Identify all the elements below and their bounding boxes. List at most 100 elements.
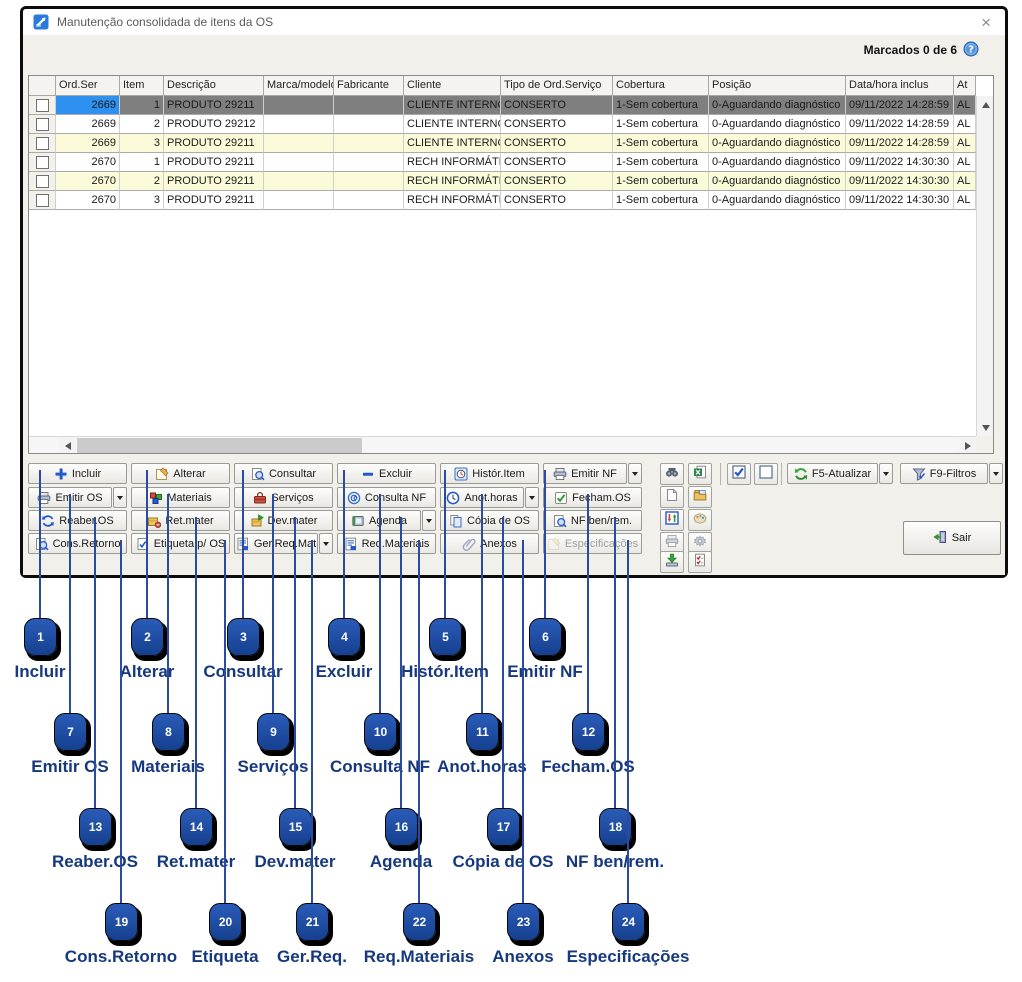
button-excluir[interactable]: Excluir	[337, 463, 436, 484]
column-header-Cliente[interactable]: Cliente	[404, 76, 501, 96]
column-header-Cobertura[interactable]: Cobertura	[613, 76, 709, 96]
scroll-down-icon[interactable]	[977, 419, 994, 436]
checkbox-icon[interactable]	[36, 194, 49, 207]
checklist-button[interactable]	[688, 551, 712, 573]
svg-text:?: ?	[968, 45, 974, 56]
button-emitir-nf[interactable]: Emitir NF	[543, 463, 627, 484]
button-dev-mater[interactable]: Dev.mater	[234, 510, 333, 531]
scroll-left-icon[interactable]	[59, 437, 76, 454]
marcados-counter: Marcados 0 de 6	[864, 43, 957, 57]
grid-header: Ord.SerItemDescriçãoMarca/modeloFabrican…	[29, 76, 993, 96]
table-row[interactable]: 26691PRODUTO 29211CLIENTE INTERNOCONSERT…	[29, 96, 993, 115]
table-row[interactable]: 26702PRODUTO 29211RECH INFORMÁTICACONSER…	[29, 172, 993, 191]
vertical-scrollbar[interactable]	[976, 96, 993, 436]
button-nf-ben-rem[interactable]: NF ben/rem.	[543, 510, 642, 531]
column-header-Ord.Ser[interactable]: Ord.Ser	[56, 76, 120, 96]
checkbox-icon[interactable]	[36, 175, 49, 188]
new-page-button[interactable]	[660, 486, 684, 508]
horizontal-scrollbar[interactable]	[29, 436, 976, 453]
excel-export-button[interactable]	[688, 463, 712, 485]
annotation-label-5: Histór.Item	[335, 662, 555, 682]
button-label: Histór.Item	[472, 468, 525, 480]
button-incluir[interactable]: Incluir	[28, 463, 127, 484]
annotation-badge-10: 10	[364, 713, 397, 751]
row-checkbox[interactable]	[29, 153, 56, 172]
annotation-badge-9: 9	[257, 713, 290, 751]
button-reaber-os[interactable]: Reaber.OS	[28, 510, 127, 531]
column-header-Descrição[interactable]: Descrição	[164, 76, 264, 96]
button-servicos[interactable]: Serviços	[234, 487, 333, 508]
button-req-materiais[interactable]: Req.Materiais	[337, 533, 436, 554]
checkbox-icon[interactable]	[36, 137, 49, 150]
checkbox-icon[interactable]	[36, 99, 49, 112]
row-checkbox[interactable]	[29, 134, 56, 153]
folder-open-button[interactable]	[688, 486, 712, 508]
scroll-up-icon[interactable]	[977, 96, 994, 113]
button-agenda[interactable]: Agenda	[337, 510, 421, 531]
button-copia-de-os[interactable]: Cópia de OS	[440, 510, 539, 531]
row-checkbox[interactable]	[29, 172, 56, 191]
f5-atualizar-button[interactable]: F5-Atualizar	[787, 463, 878, 484]
checkbox-icon[interactable]	[36, 118, 49, 131]
button-agenda-dropdown[interactable]	[422, 510, 436, 531]
annotation-badge-21: 21	[296, 903, 329, 941]
cell-at: AL	[954, 172, 976, 191]
button-alterar[interactable]: Alterar	[131, 463, 230, 484]
button-anot-horas[interactable]: Anot.horas	[440, 487, 524, 508]
button-materiais[interactable]: Materiais	[131, 487, 230, 508]
table-row[interactable]: 26701PRODUTO 29211RECH INFORMÁTICACONSER…	[29, 153, 993, 172]
button-ret-mater[interactable]: Ret.mater	[131, 510, 230, 531]
scroll-right-icon[interactable]	[959, 437, 976, 454]
sair-button[interactable]: Sair	[903, 521, 1001, 555]
cell-marca	[264, 96, 334, 115]
row-checkbox[interactable]	[29, 191, 56, 210]
button-anot-horas-dropdown[interactable]	[525, 487, 539, 508]
table-row[interactable]: 26703PRODUTO 29211RECH INFORMÁTICACONSER…	[29, 191, 993, 210]
button-cons-retorno[interactable]: Cons.Retorno	[28, 533, 127, 554]
items-grid: Ord.SerItemDescriçãoMarca/modeloFabrican…	[28, 75, 994, 454]
button-anexos[interactable]: Anexos	[440, 533, 539, 554]
button-ger-req-mat-dropdown[interactable]	[319, 533, 333, 554]
button-fecham-os[interactable]: Fecham.OS	[543, 487, 642, 508]
annotation-label-7: Emitir OS	[0, 757, 180, 777]
import-button[interactable]	[660, 551, 684, 573]
checkbox-icon[interactable]	[36, 156, 49, 169]
column-order-button[interactable]	[660, 509, 684, 531]
button-label: Serviços	[271, 492, 313, 504]
hscroll-thumb[interactable]	[77, 438, 362, 453]
column-header-Data/hora inclus[interactable]: Data/hora inclus	[846, 76, 954, 96]
help-icon[interactable]: ?	[963, 41, 979, 57]
row-checkbox[interactable]	[29, 96, 56, 115]
binoculars-button[interactable]	[660, 463, 684, 485]
button-emitir-nf-dropdown[interactable]	[628, 463, 642, 484]
button-emitir-os[interactable]: Emitir OS	[28, 487, 112, 508]
button-etiqueta-p-os[interactable]: Etiqueta p/ OS	[131, 533, 230, 554]
gear-icon	[693, 534, 707, 553]
button-consultar[interactable]: Consultar	[234, 463, 333, 484]
cell-cobertura: 1-Sem cobertura	[613, 172, 709, 191]
table-row[interactable]: 26692PRODUTO 29212CLIENTE INTERNOCONSERT…	[29, 115, 993, 134]
check-all-button[interactable]	[727, 463, 751, 485]
column-header-Item[interactable]: Item	[120, 76, 164, 96]
copy-icon	[449, 514, 463, 528]
f9-filtros-button[interactable]: F9-Filtros	[900, 463, 988, 484]
column-header-check[interactable]	[29, 76, 56, 96]
cell-tipo: CONSERTO	[501, 153, 613, 172]
f9-dropdown-button[interactable]	[989, 463, 1003, 484]
button-consulta-nf[interactable]: Consulta NF	[337, 487, 436, 508]
column-header-At[interactable]: At	[954, 76, 976, 96]
column-header-Fabricante[interactable]: Fabricante	[334, 76, 404, 96]
button-ger-req-mat[interactable]: Ger.Req.Mat	[234, 533, 318, 554]
column-header-Marca/modelo[interactable]: Marca/modelo	[264, 76, 334, 96]
cell-tipo: CONSERTO	[501, 115, 613, 134]
f5-dropdown-button[interactable]	[879, 463, 893, 484]
column-header-Posição[interactable]: Posição	[709, 76, 846, 96]
uncheck-all-button[interactable]	[754, 463, 778, 485]
button-emitir-os-dropdown[interactable]	[113, 487, 127, 508]
plus-icon	[54, 467, 68, 481]
close-icon[interactable]: ×	[981, 13, 991, 33]
row-checkbox[interactable]	[29, 115, 56, 134]
column-header-Tipo de Ord.Serviço[interactable]: Tipo de Ord.Serviço	[501, 76, 613, 96]
button-histor-item[interactable]: Histór.Item	[440, 463, 539, 484]
table-row[interactable]: 26693PRODUTO 29211CLIENTE INTERNOCONSERT…	[29, 134, 993, 153]
